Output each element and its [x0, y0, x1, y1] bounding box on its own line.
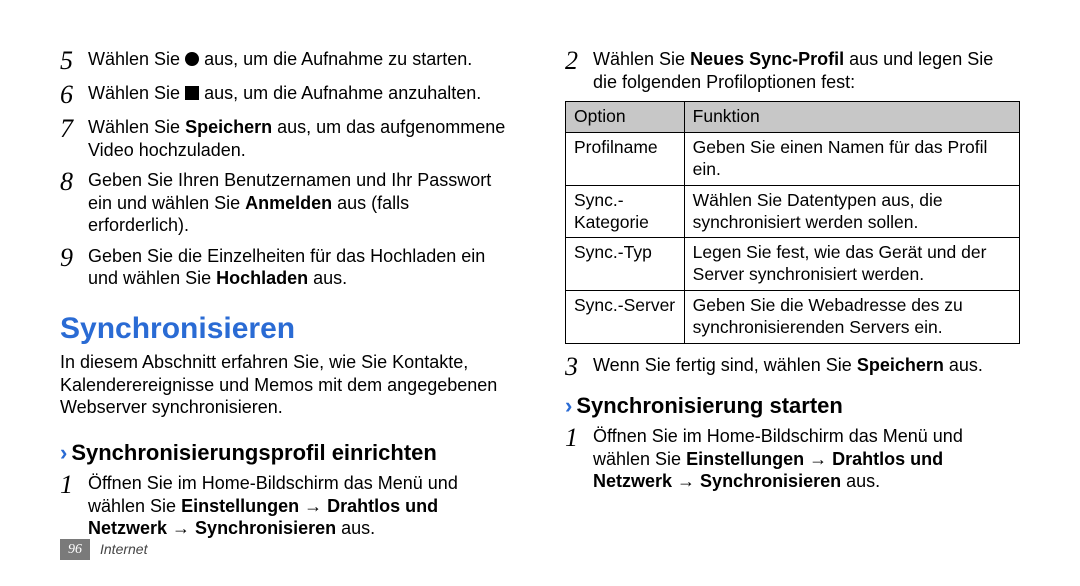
step-text: Wählen Sie aus, um die Aufnahme anzuhalt…	[88, 82, 515, 108]
cell-funktion: Geben Sie die Webadresse des zu synchron…	[684, 291, 1019, 344]
step-number: 1	[565, 425, 593, 493]
bold-text: Synchronisieren	[700, 471, 841, 491]
bold-text: Einstellungen	[686, 449, 804, 469]
text: aus, um die Aufnahme zu starten.	[199, 49, 472, 69]
step-text: Wählen Sie aus, um die Aufnahme zu start…	[88, 48, 515, 74]
step-text: Wählen Sie Neues Sync-Profil aus und leg…	[593, 48, 1020, 93]
arrow: →	[299, 496, 327, 516]
cell-funktion: Geben Sie einen Namen für das Profil ein…	[684, 132, 1019, 185]
left-column: 5 Wählen Sie aus, um die Aufnahme zu sta…	[60, 48, 515, 586]
subheading-sync-starten: › Synchronisierung starten	[565, 392, 1020, 420]
text: Wählen Sie	[88, 83, 185, 103]
text: Wählen Sie	[88, 49, 185, 69]
text: Wählen Sie	[88, 117, 185, 137]
profil-step-3: 3 Wenn Sie fertig sind, wählen Sie Speic…	[565, 354, 1020, 380]
cell-option: Profilname	[566, 132, 685, 185]
table-header-funktion: Funktion	[684, 102, 1019, 133]
cell-option: Sync.-Server	[566, 291, 685, 344]
step-text: Geben Sie Ihren Benutzernamen und Ihr Pa…	[88, 169, 515, 237]
subheading-profil-einrichten: › Synchronisierungsprofil einrichten	[60, 439, 515, 467]
step-text: Öffnen Sie im Home-Bildschirm das Menü u…	[88, 472, 515, 540]
step-text: Wählen Sie Speichern aus, um das aufgeno…	[88, 116, 515, 161]
subheading-text: Synchronisierung starten	[576, 392, 843, 420]
step-text: Wenn Sie fertig sind, wählen Sie Speiche…	[593, 354, 1020, 380]
step-number: 2	[565, 48, 593, 93]
step-number: 9	[60, 245, 88, 290]
cell-option: Sync.-Typ	[566, 238, 685, 291]
section-name: Internet	[100, 541, 147, 559]
step-6: 6 Wählen Sie aus, um die Aufnahme anzuha…	[60, 82, 515, 108]
text: aus.	[308, 268, 347, 288]
section-heading-synchronisieren: Synchronisieren	[60, 310, 515, 348]
text: aus.	[841, 471, 880, 491]
step-text: Öffnen Sie im Home-Bildschirm das Menü u…	[593, 425, 1020, 493]
chevron-right-icon: ›	[60, 439, 67, 467]
page-footer: 96 Internet	[60, 539, 147, 561]
text: aus.	[336, 518, 375, 538]
intro-paragraph: In diesem Abschnitt erfahren Sie, wie Si…	[60, 351, 515, 419]
text: Wählen Sie	[593, 49, 690, 69]
step-5: 5 Wählen Sie aus, um die Aufnahme zu sta…	[60, 48, 515, 74]
arrow: →	[167, 518, 195, 538]
bold-text: Hochladen	[216, 268, 308, 288]
profil-step-2: 2 Wählen Sie Neues Sync-Profil aus und l…	[565, 48, 1020, 93]
step-number: 3	[565, 354, 593, 380]
bold-text: Synchronisieren	[195, 518, 336, 538]
step-text: Geben Sie die Einzelheiten für das Hochl…	[88, 245, 515, 290]
table-row: Sync.-Typ Legen Sie fest, wie das Gerät …	[566, 238, 1020, 291]
cell-funktion: Legen Sie fest, wie das Gerät und der Se…	[684, 238, 1019, 291]
subheading-text: Synchronisierungsprofil einrichten	[71, 439, 437, 467]
bold-text: Anmelden	[245, 193, 332, 213]
page-number: 96	[60, 539, 90, 561]
cell-funktion: Wählen Sie Datentypen aus, die synchroni…	[684, 185, 1019, 238]
text: Wenn Sie fertig sind, wählen Sie	[593, 355, 857, 375]
table-row: Sync.-Server Geben Sie die Webadresse de…	[566, 291, 1020, 344]
table-row: Profilname Geben Sie einen Namen für das…	[566, 132, 1020, 185]
right-column: 2 Wählen Sie Neues Sync-Profil aus und l…	[565, 48, 1020, 586]
chevron-right-icon: ›	[565, 392, 572, 420]
options-table: Option Funktion Profilname Geben Sie ein…	[565, 101, 1020, 344]
step-number: 5	[60, 48, 88, 74]
arrow: →	[804, 449, 832, 469]
text: aus.	[944, 355, 983, 375]
bold-text: Speichern	[185, 117, 272, 137]
record-start-icon	[185, 52, 199, 66]
record-stop-icon	[185, 86, 199, 100]
bold-text: Einstellungen	[181, 496, 299, 516]
table-header-row: Option Funktion	[566, 102, 1020, 133]
start-step-1: 1 Öffnen Sie im Home-Bildschirm das Menü…	[565, 425, 1020, 493]
page: 5 Wählen Sie aus, um die Aufnahme zu sta…	[0, 0, 1080, 586]
step-9: 9 Geben Sie die Einzelheiten für das Hoc…	[60, 245, 515, 290]
text: aus, um die Aufnahme anzuhalten.	[199, 83, 481, 103]
profil-step-1: 1 Öffnen Sie im Home-Bildschirm das Menü…	[60, 472, 515, 540]
table-header-option: Option	[566, 102, 685, 133]
step-number: 6	[60, 82, 88, 108]
table-row: Sync.-Kategorie Wählen Sie Datentypen au…	[566, 185, 1020, 238]
step-8: 8 Geben Sie Ihren Benutzernamen und Ihr …	[60, 169, 515, 237]
cell-option: Sync.-Kategorie	[566, 185, 685, 238]
bold-text: Neues Sync-Profil	[690, 49, 844, 69]
step-number: 1	[60, 472, 88, 540]
step-number: 8	[60, 169, 88, 237]
step-number: 7	[60, 116, 88, 161]
arrow: →	[672, 471, 700, 491]
bold-text: Speichern	[857, 355, 944, 375]
step-7: 7 Wählen Sie Speichern aus, um das aufge…	[60, 116, 515, 161]
